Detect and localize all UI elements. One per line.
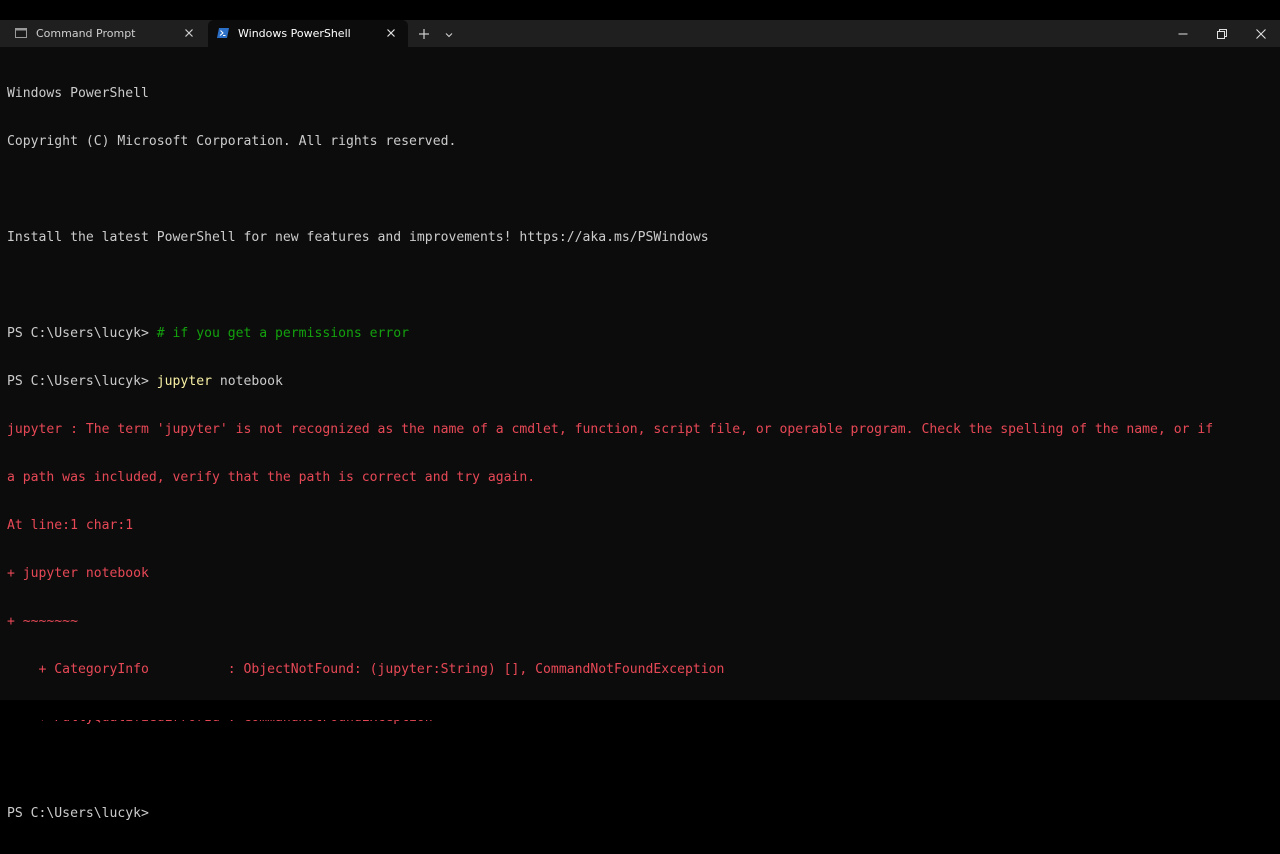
- error-line: jupyter : The term 'jupyter' is not reco…: [7, 422, 1214, 437]
- prompt-line-command: PS C:\Users\lucyk> jupyter notebook: [7, 374, 1273, 390]
- restore-button[interactable]: [1203, 20, 1241, 47]
- error-line: a path was included, verify that the pat…: [7, 470, 536, 485]
- minimize-button[interactable]: [1164, 20, 1202, 47]
- error-line: + jupyter notebook: [7, 566, 149, 581]
- powershell-icon: [217, 28, 229, 38]
- command-name: jupyter: [156, 374, 212, 389]
- chevron-down-icon[interactable]: [442, 27, 456, 41]
- terminal-output[interactable]: Windows PowerShell Copyright (C) Microso…: [7, 54, 1273, 854]
- prompt-text: PS C:\Users\lucyk>: [7, 326, 157, 341]
- close-tab-icon[interactable]: [384, 26, 398, 40]
- close-icon: [1256, 28, 1266, 39]
- restore-icon: [1217, 28, 1227, 39]
- close-tab-icon[interactable]: [182, 26, 196, 40]
- prompt-text: PS C:\Users\lucyk>: [7, 374, 157, 389]
- error-line: + ~~~~~~~: [7, 614, 78, 629]
- error-line: At line:1 char:1: [7, 518, 134, 533]
- plus-icon[interactable]: [415, 26, 433, 42]
- tab-command-prompt[interactable]: Command Prompt: [6, 20, 206, 47]
- final-prompt[interactable]: PS C:\Users\lucyk>: [7, 806, 1273, 822]
- copyright-line: Copyright (C) Microsoft Corporation. All…: [7, 134, 457, 149]
- bottom-letterbox: [0, 700, 1280, 720]
- comment-text: # if you get a permissions error: [156, 326, 410, 341]
- header-line: Windows PowerShell: [7, 86, 149, 101]
- command-args: notebook: [211, 374, 283, 389]
- cmd-icon: [15, 28, 27, 38]
- tab-label: Command Prompt: [36, 27, 136, 40]
- terminal-window: Command Prompt Windows PowerShell Window…: [0, 20, 1280, 821]
- minimize-icon: [1178, 33, 1188, 34]
- tab-windows-powershell[interactable]: Windows PowerShell: [208, 20, 408, 47]
- install-message: Install the latest PowerShell for new fe…: [7, 230, 709, 245]
- prompt-line-comment: PS C:\Users\lucyk> # if you get a permis…: [7, 326, 1273, 342]
- error-line: + CategoryInfo : ObjectNotFound: (jupyte…: [7, 662, 725, 677]
- tab-bar: Command Prompt Windows PowerShell: [0, 20, 1280, 47]
- close-window-button[interactable]: [1242, 20, 1280, 47]
- tab-label: Windows PowerShell: [238, 27, 351, 40]
